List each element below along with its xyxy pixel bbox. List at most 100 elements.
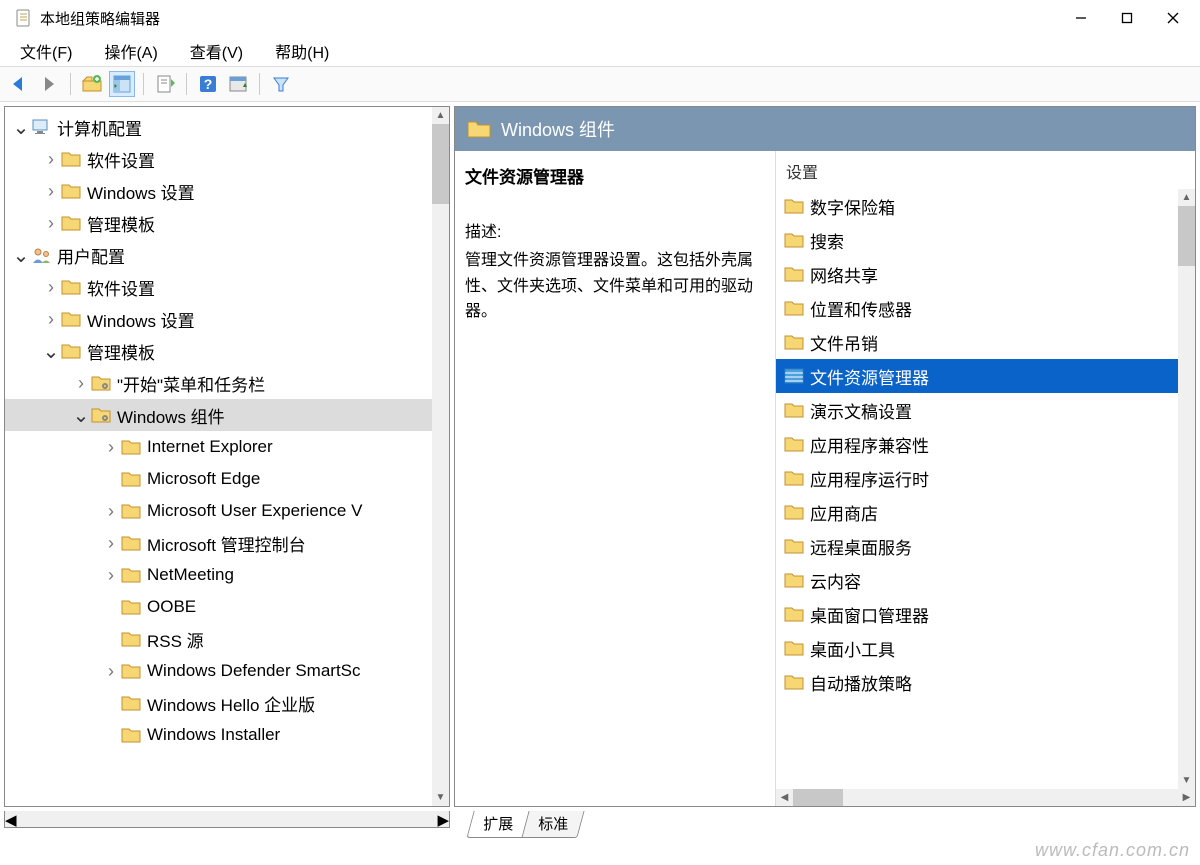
settings-list-header[interactable]: 设置 — [776, 151, 1195, 189]
list-item[interactable]: 应用商店 — [776, 495, 1195, 529]
chevron-down-icon[interactable]: ⌄ — [41, 339, 61, 364]
tree-item[interactable]: ›Microsoft User Experience V — [5, 495, 449, 527]
scrollbar-thumb[interactable] — [1178, 206, 1195, 266]
show-hide-tree-button[interactable] — [109, 71, 135, 97]
chevron-right-icon[interactable]: › — [101, 533, 121, 554]
scroll-left-icon[interactable]: ◀ — [776, 789, 793, 806]
folder-icon — [121, 566, 141, 584]
list-item[interactable]: 应用程序兼容性 — [776, 427, 1195, 461]
tree-item[interactable]: ›软件设置 — [5, 271, 449, 303]
scrollbar-thumb[interactable] — [432, 124, 449, 204]
help-button[interactable]: ? — [195, 71, 221, 97]
tree-item[interactable]: ›Windows Defender SmartSc — [5, 655, 449, 687]
list-item[interactable]: 网络共享 — [776, 257, 1195, 291]
folder-icon — [61, 342, 81, 360]
list-item-label: 搜索 — [810, 228, 844, 253]
chevron-right-icon[interactable]: › — [101, 565, 121, 586]
chevron-right-icon[interactable]: › — [71, 373, 91, 394]
scroll-up-icon[interactable]: ▲ — [1178, 189, 1195, 206]
scrollbar-thumb[interactable] — [22, 811, 402, 827]
tab-standard[interactable]: 标准 — [538, 813, 568, 834]
scroll-down-icon[interactable]: ▼ — [1178, 772, 1195, 789]
policy-tree[interactable]: ⌄计算机配置›软件设置›Windows 设置›管理模板⌄用户配置›软件设置›Wi… — [5, 107, 449, 806]
tree-item[interactable]: ›Internet Explorer — [5, 431, 449, 463]
tree-item[interactable]: ›管理模板 — [5, 207, 449, 239]
list-item[interactable]: 应用程序运行时 — [776, 461, 1195, 495]
list-item[interactable]: 桌面小工具 — [776, 631, 1195, 665]
chevron-down-icon[interactable]: ⌄ — [71, 403, 91, 428]
tree-item[interactable]: OOBE — [5, 591, 449, 623]
tree-item[interactable]: ›Microsoft 管理控制台 — [5, 527, 449, 559]
tree-horizontal-scrollbar[interactable]: ◀ ▶ — [4, 811, 450, 828]
tree-item[interactable]: ⌄ 计算机配置 — [5, 111, 449, 143]
list-item[interactable]: 位置和传感器 — [776, 291, 1195, 325]
chevron-right-icon[interactable]: › — [41, 181, 61, 202]
tree-item-label: Windows 设置 — [87, 179, 195, 204]
chevron-right-icon[interactable]: › — [41, 213, 61, 234]
tree-item[interactable]: ›Windows 设置 — [5, 303, 449, 335]
chevron-right-icon[interactable]: › — [41, 149, 61, 170]
minimize-button[interactable] — [1058, 0, 1104, 36]
chevron-right-icon[interactable]: › — [101, 661, 121, 682]
tree-item[interactable]: ›NetMeeting — [5, 559, 449, 591]
settings-list[interactable]: 数字保险箱搜索网络共享位置和传感器文件吊销文件资源管理器演示文稿设置应用程序兼容… — [776, 189, 1195, 789]
separator — [70, 73, 71, 95]
scroll-up-icon[interactable]: ▲ — [432, 107, 449, 124]
tree-item[interactable]: ⌄管理模板 — [5, 335, 449, 367]
list-item[interactable]: 文件吊销 — [776, 325, 1195, 359]
list-vertical-scrollbar[interactable]: ▲ ▼ — [1178, 189, 1195, 789]
export-button[interactable] — [152, 71, 178, 97]
chevron-right-icon[interactable]: › — [41, 277, 61, 298]
menu-view[interactable]: 查看(V) — [176, 37, 257, 65]
chevron-right-icon[interactable]: › — [101, 501, 121, 522]
list-item-label: 演示文稿设置 — [810, 398, 912, 423]
list-item[interactable]: 远程桌面服务 — [776, 529, 1195, 563]
tree-item[interactable]: Windows Installer — [5, 719, 449, 751]
chevron-down-icon[interactable]: ⌄ — [11, 115, 31, 140]
chevron-right-icon[interactable]: › — [101, 437, 121, 458]
tree-panel: ⌄计算机配置›软件设置›Windows 设置›管理模板⌄用户配置›软件设置›Wi… — [4, 106, 450, 807]
scroll-down-icon[interactable]: ▼ — [432, 789, 449, 806]
menu-action[interactable]: 操作(A) — [90, 37, 171, 65]
close-button[interactable] — [1150, 0, 1196, 36]
list-item[interactable]: 文件资源管理器 — [776, 359, 1195, 393]
folder-icon — [784, 605, 804, 623]
tree-item[interactable]: › Windows 设置 — [5, 175, 449, 207]
tree-vertical-scrollbar[interactable]: ▲ ▼ — [432, 107, 449, 806]
tab-extended[interactable]: 扩展 — [483, 813, 513, 834]
menu-file[interactable]: 文件(F) — [6, 37, 86, 65]
app-icon — [14, 8, 34, 28]
back-button[interactable] — [6, 71, 32, 97]
chevron-down-icon[interactable]: ⌄ — [11, 243, 31, 268]
list-item[interactable]: 桌面窗口管理器 — [776, 597, 1195, 631]
tree-item[interactable]: RSS 源 — [5, 623, 449, 655]
list-horizontal-scrollbar[interactable]: ◀ ▶ — [776, 789, 1195, 806]
tree-item-label: 计算机配置 — [57, 115, 142, 140]
list-item-label: 桌面窗口管理器 — [810, 602, 929, 627]
folder-icon — [784, 197, 804, 215]
list-item[interactable]: 云内容 — [776, 563, 1195, 597]
filter-button[interactable] — [268, 71, 294, 97]
menu-help[interactable]: 帮助(H) — [261, 37, 343, 65]
tree-item[interactable]: ⌄用户配置 — [5, 239, 449, 271]
chevron-right-icon[interactable]: › — [41, 309, 61, 330]
scroll-right-icon[interactable]: ▶ — [437, 811, 449, 829]
list-item[interactable]: 自动播放策略 — [776, 665, 1195, 699]
scroll-left-icon[interactable]: ◀ — [5, 811, 17, 829]
properties-button[interactable] — [225, 71, 251, 97]
tree-item[interactable]: ›软件设置 — [5, 143, 449, 175]
forward-button[interactable] — [36, 71, 62, 97]
tree-item[interactable]: Windows Hello 企业版 — [5, 687, 449, 719]
list-item[interactable]: 数字保险箱 — [776, 189, 1195, 223]
scroll-right-icon[interactable]: ▶ — [1178, 789, 1195, 806]
up-button[interactable] — [79, 71, 105, 97]
tree-item[interactable]: ⌄Windows 组件 — [5, 399, 449, 431]
maximize-button[interactable] — [1104, 0, 1150, 36]
scrollbar-thumb[interactable] — [793, 789, 843, 806]
tree-item-label: Windows Hello 企业版 — [147, 691, 315, 716]
list-item[interactable]: 搜索 — [776, 223, 1195, 257]
folder-icon — [61, 182, 81, 200]
tree-item[interactable]: Microsoft Edge — [5, 463, 449, 495]
list-item[interactable]: 演示文稿设置 — [776, 393, 1195, 427]
tree-item[interactable]: ›"开始"菜单和任务栏 — [5, 367, 449, 399]
